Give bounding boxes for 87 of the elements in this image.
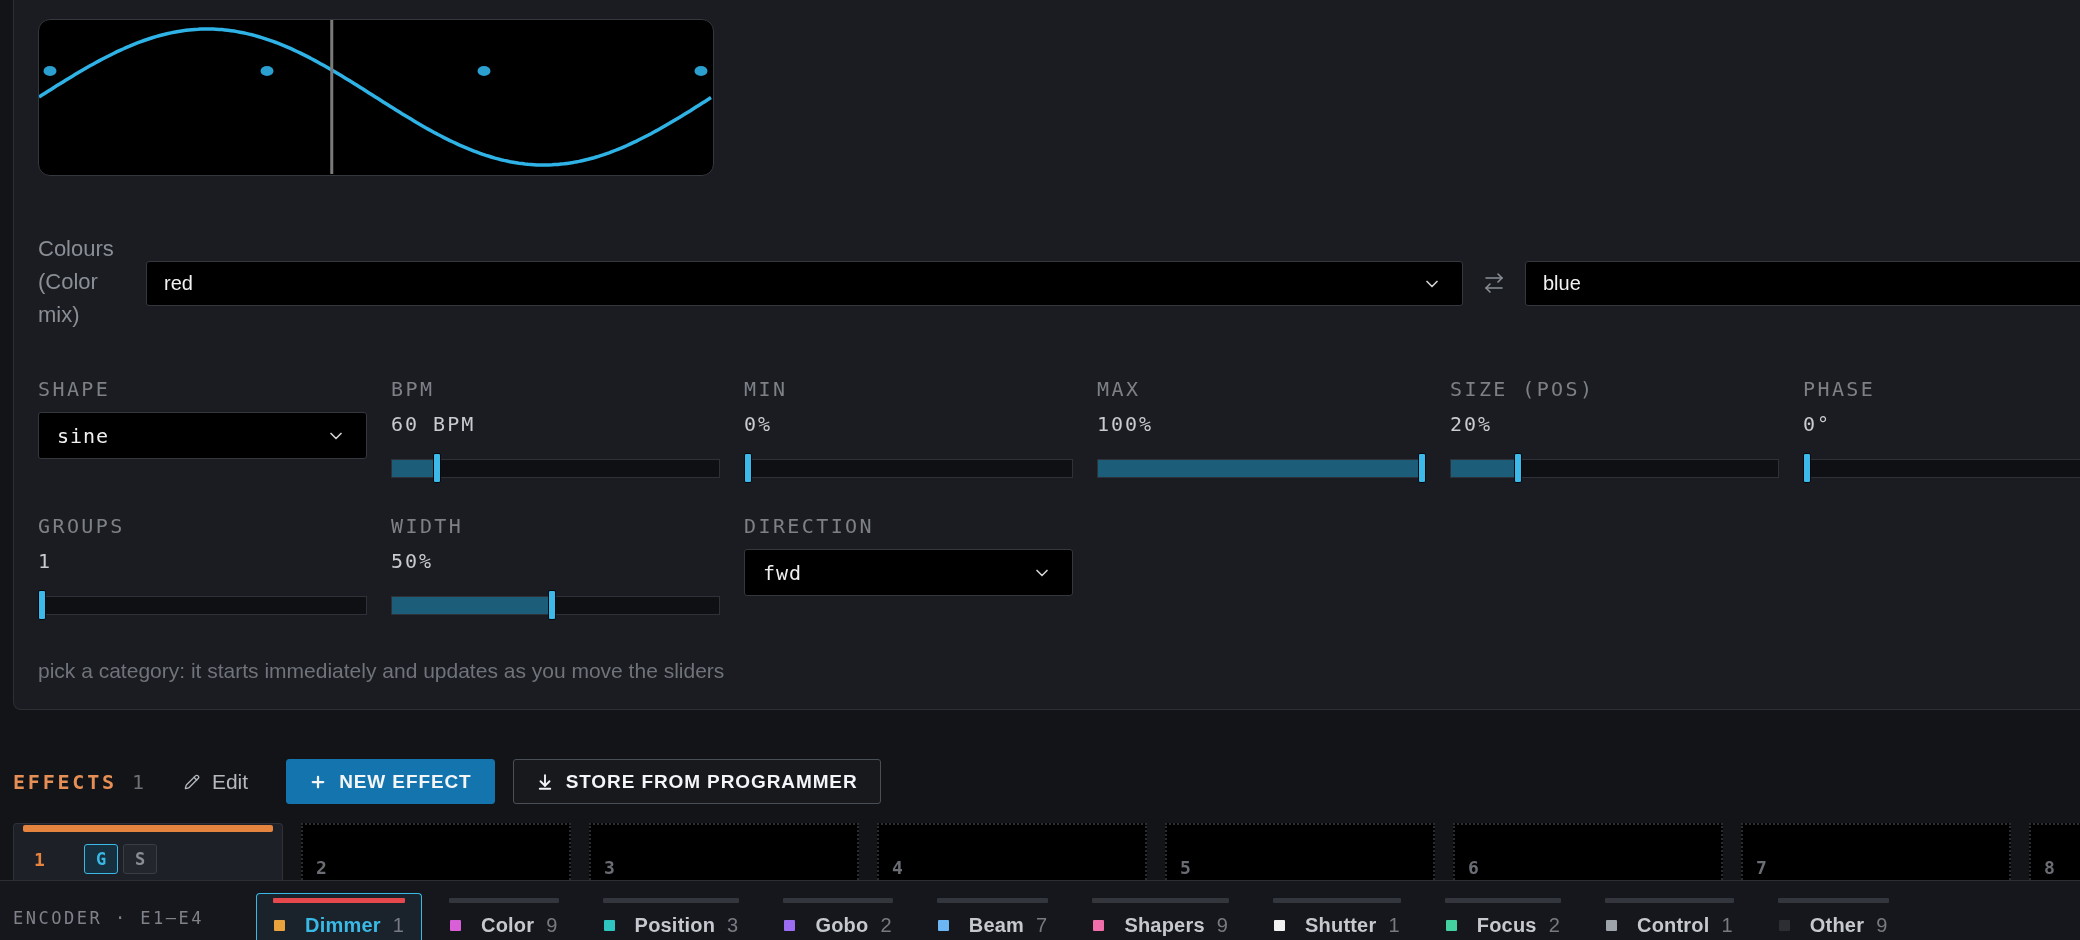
slider-thumb[interactable]	[432, 453, 441, 483]
param-label: SHAPE	[38, 377, 111, 401]
slider-thumb[interactable]	[548, 590, 557, 620]
wave-point	[694, 66, 708, 76]
empty-slot[interactable]: 6	[1453, 823, 1723, 880]
slider-track[interactable]	[391, 453, 720, 483]
param-label: WIDTH	[391, 514, 464, 538]
colours-label: Colours (Color mix)	[38, 235, 115, 329]
slider-track[interactable]	[38, 590, 367, 620]
effects-count: 1	[131, 769, 144, 794]
param-value: 60 BPM	[391, 412, 476, 436]
slot-number: 8	[2044, 857, 2055, 879]
empty-slot[interactable]: 8	[2029, 823, 2080, 880]
param-value: 0°	[1803, 412, 1832, 436]
mode-toggle[interactable]: G	[84, 844, 118, 874]
slot-number: 1	[34, 848, 46, 870]
slot-number: 4	[892, 857, 903, 879]
tab-count: 2	[880, 914, 892, 937]
playhead-line[interactable]	[330, 20, 334, 174]
tab-count: 1	[1721, 914, 1733, 937]
slider-track[interactable]	[391, 590, 720, 620]
new-effect-button[interactable]: NEW EFFECT	[286, 759, 495, 804]
slot-number: 6	[1468, 857, 1479, 879]
param-value: 100%	[1097, 412, 1154, 436]
param-label: DIRECTION	[744, 514, 874, 538]
category-tab[interactable]: Focus 2	[1427, 893, 1578, 940]
param-label: GROUPS	[38, 514, 125, 538]
param-value: 50%	[391, 549, 434, 573]
param-value: 20%	[1450, 412, 1493, 436]
slot-number: 3	[604, 857, 615, 879]
category-tab[interactable]: Control 1	[1588, 893, 1751, 940]
tab-count: 7	[1036, 914, 1048, 937]
slider-thumb[interactable]	[38, 590, 46, 620]
edit-button[interactable]: Edit	[183, 769, 249, 794]
empty-slot[interactable]: 5	[1165, 823, 1435, 880]
slider-track[interactable]	[1450, 453, 1779, 483]
slot-number: 7	[1756, 857, 1767, 879]
category-tab[interactable]: Beam 7	[919, 893, 1066, 940]
tab-count: 9	[1876, 914, 1888, 937]
slider-track[interactable]	[1803, 453, 2080, 483]
category-tab[interactable]: Color 9	[432, 893, 576, 940]
colour-dropdown[interactable]: blue	[1525, 261, 2080, 306]
swap-arrows-icon[interactable]	[1482, 271, 1506, 295]
slider-thumb[interactable]	[744, 453, 752, 483]
param-value: 1	[38, 549, 53, 573]
category-tab[interactable]: Other 9	[1760, 893, 1906, 940]
section-title: EFFECTS	[13, 769, 117, 794]
tab-count: 3	[727, 914, 739, 937]
tab-count: 1	[1388, 914, 1400, 937]
store-button[interactable]: STORE FROM PROGRAMMER	[512, 759, 881, 804]
wave-point	[477, 66, 491, 76]
wave-point	[260, 66, 274, 76]
slider-thumb[interactable]	[1514, 453, 1523, 483]
slot-number: 2	[316, 857, 327, 879]
mode-toggle[interactable]: S	[123, 844, 157, 874]
dropdown[interactable]: sine	[38, 412, 367, 459]
effect-slot[interactable]: 1 G S	[13, 823, 283, 880]
tab-count: 9	[546, 914, 558, 937]
param-value: 0%	[744, 412, 773, 436]
encoder-label: ENCODER · E1–E4	[13, 907, 205, 929]
param-label: MIN	[744, 377, 788, 401]
tab-count: 1	[392, 914, 405, 937]
empty-slot[interactable]: 7	[1741, 823, 2011, 880]
param-label: SIZE (POS)	[1450, 377, 1595, 401]
category-tab[interactable]: Shutter 1	[1256, 893, 1418, 940]
slot-number: 5	[1180, 857, 1191, 879]
category-tab[interactable]: Shapers 9	[1075, 893, 1247, 940]
colour-dropdown[interactable]: red	[146, 261, 1463, 306]
slider-track[interactable]	[744, 453, 1073, 483]
empty-slot[interactable]: 2	[301, 823, 571, 880]
slider-thumb[interactable]	[1418, 453, 1426, 483]
category-tab[interactable]: Dimmer 1	[256, 893, 423, 940]
param-label: PHASE	[1803, 377, 1876, 401]
empty-slot[interactable]: 3	[589, 823, 859, 880]
param-label: MAX	[1097, 377, 1141, 401]
category-tab[interactable]: Gobo 2	[766, 893, 910, 940]
pencil-icon	[183, 773, 200, 790]
slider-track[interactable]	[1097, 453, 1426, 483]
category-tab[interactable]: Position 3	[585, 893, 757, 940]
wave-point	[43, 66, 57, 76]
param-label: BPM	[391, 377, 435, 401]
tab-count: 2	[1548, 914, 1560, 937]
empty-slot[interactable]: 4	[877, 823, 1147, 880]
slider-thumb[interactable]	[1803, 453, 1811, 483]
dropdown[interactable]: fwd	[744, 549, 1073, 596]
hint-text: pick a category: it starts immediately and updates as you move the sliders	[38, 659, 726, 683]
tab-count: 9	[1216, 914, 1229, 937]
